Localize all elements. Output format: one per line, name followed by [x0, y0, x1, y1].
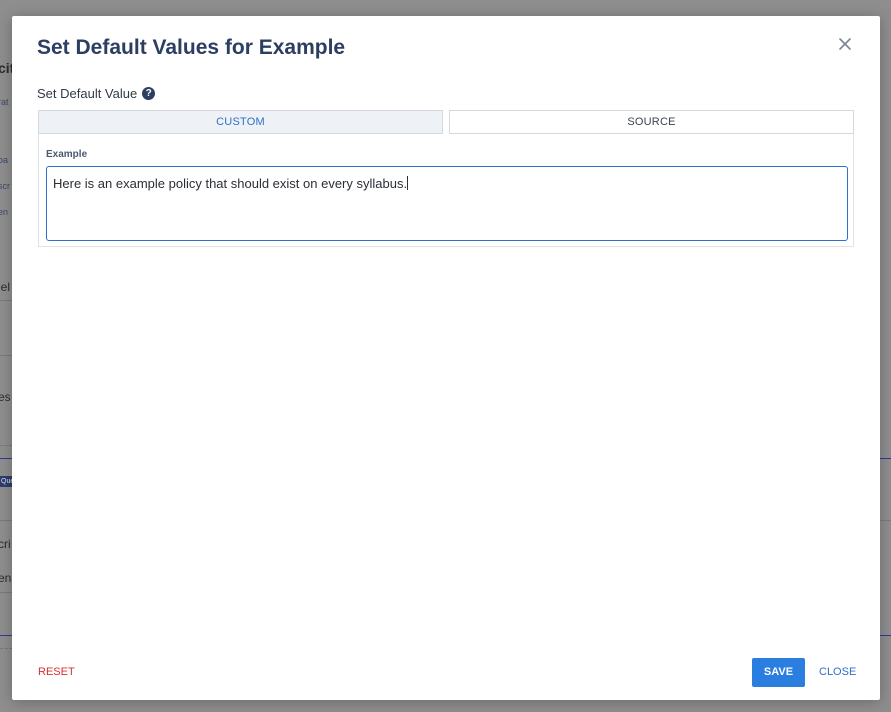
- background-divider: [0, 355, 12, 356]
- background-fragment: iel: [0, 280, 11, 294]
- background-fragment: cri: [0, 537, 11, 551]
- background-fragment: es: [0, 390, 11, 404]
- background-divider: [0, 445, 12, 446]
- background-divider: [0, 592, 12, 593]
- close-button[interactable]: CLOSE: [819, 666, 856, 678]
- background-divider: [0, 635, 12, 636]
- default-value-heading: Set Default Value ?: [37, 86, 156, 101]
- background-divider: [0, 648, 12, 649]
- close-icon[interactable]: [836, 35, 854, 53]
- background-divider: [880, 458, 891, 459]
- background-divider: [0, 300, 12, 301]
- example-text-value: Here is an example policy that should ex…: [53, 176, 408, 191]
- background-fragment: en: [0, 207, 9, 217]
- text-caret: [407, 176, 409, 190]
- question-circle-icon[interactable]: ?: [142, 87, 156, 100]
- tab-source[interactable]: SOURCE: [449, 110, 854, 134]
- save-button[interactable]: SAVE: [752, 658, 805, 687]
- dialog-title: Set Default Values for Example: [37, 36, 346, 59]
- background-divider: [0, 520, 12, 521]
- background-fragment: scr: [0, 181, 10, 191]
- background-divider: [0, 458, 12, 459]
- background-fragment: oa: [0, 155, 9, 165]
- background-fragment: rat: [0, 97, 9, 107]
- default-values-dialog: Set Default Values for Example Set Defau…: [12, 16, 880, 700]
- example-text-field[interactable]: Here is an example policy that should ex…: [46, 166, 848, 241]
- default-value-label: Set Default Value: [37, 86, 138, 101]
- reset-button[interactable]: RESET: [38, 666, 75, 678]
- background-divider: [880, 635, 891, 636]
- tab-custom[interactable]: CUSTOM: [38, 110, 443, 134]
- custom-value-panel: Example Here is an example policy that s…: [38, 134, 854, 247]
- background-fragment: en: [0, 571, 12, 585]
- background-divider: [880, 520, 891, 521]
- example-field-label: Example: [46, 149, 88, 160]
